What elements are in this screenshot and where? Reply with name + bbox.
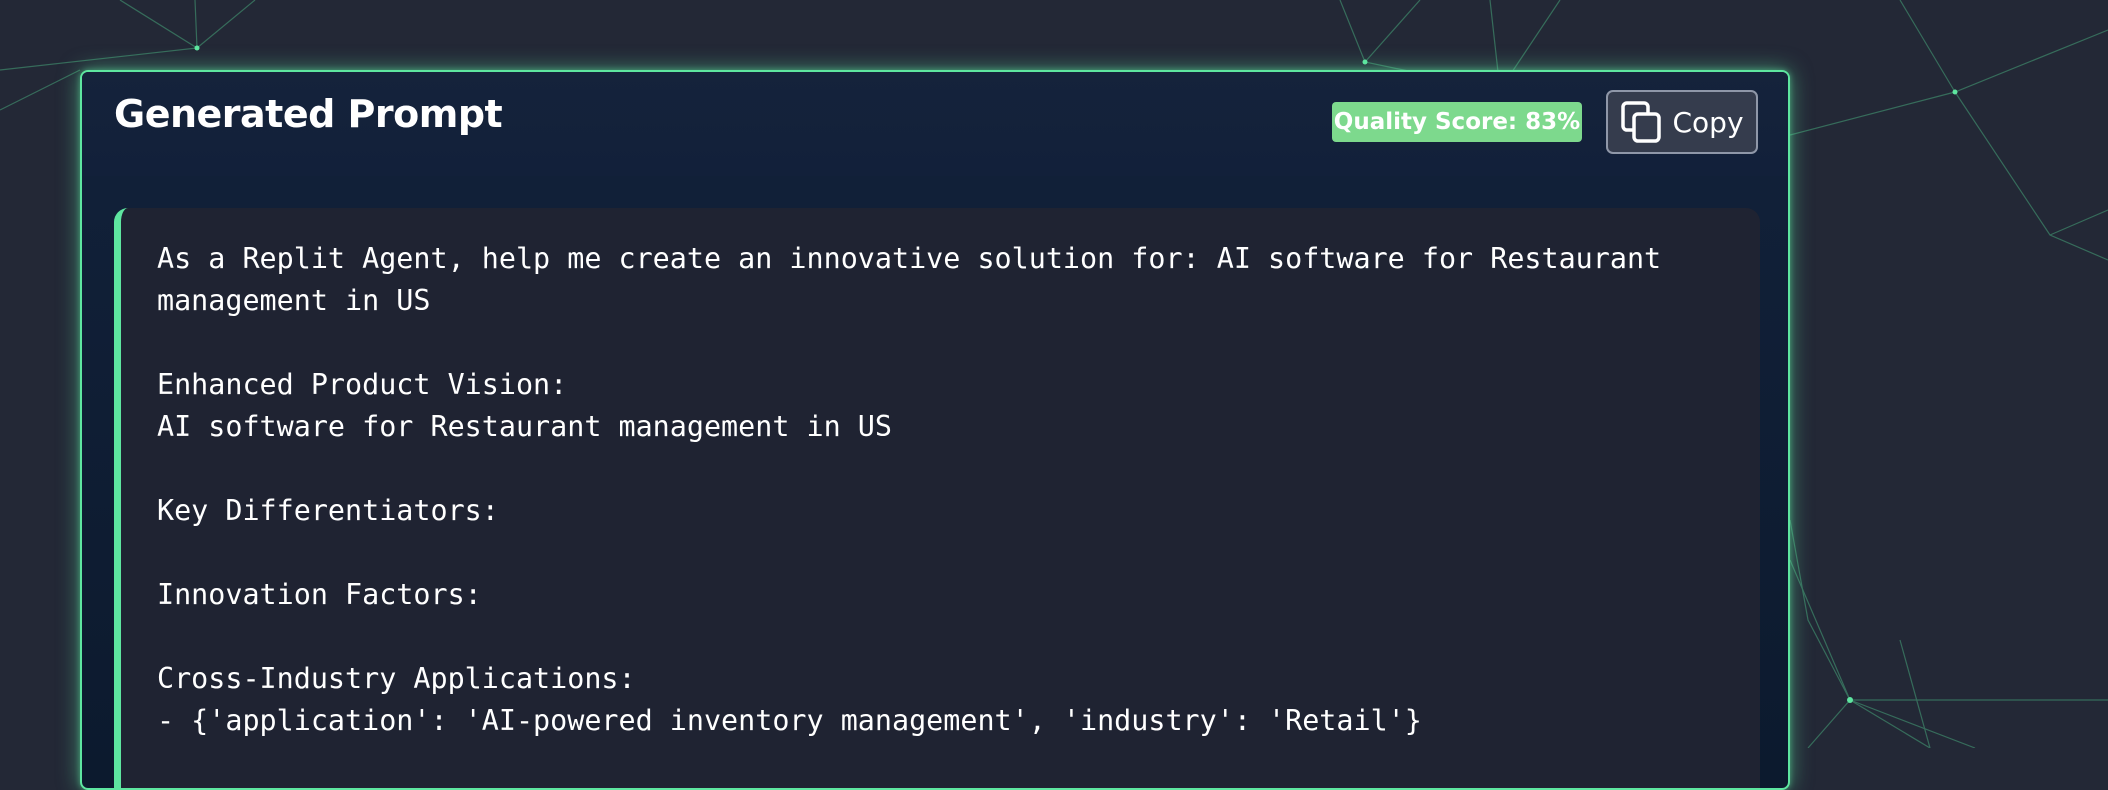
prompt-line: Cross-Industry Applications: [157,662,636,695]
prompt-line: Key Differentiators: [157,494,499,527]
card-title: Generated Prompt [114,92,503,136]
copy-button-label: Copy [1672,105,1744,139]
prompt-line: AI software for Restaurant management in… [157,410,892,443]
copy-button[interactable]: Copy [1606,90,1758,154]
prompt-line: - {'application': 'AI-powered inventory … [157,704,1422,737]
generated-prompt-card: Generated Prompt Quality Score: 83% Copy… [80,70,1790,790]
prompt-line: Enhanced Product Vision: [157,368,568,401]
card-header: Generated Prompt Quality Score: 83% Copy [82,72,1788,176]
prompt-text: As a Replit Agent, help me create an inn… [157,238,1737,742]
prompt-line: As a Replit Agent, help me create an inn… [157,242,1662,275]
quality-score-badge: Quality Score: 83% [1332,102,1582,142]
prompt-line: management in US [157,284,431,317]
copy-icon [1621,101,1662,143]
prompt-content-box: As a Replit Agent, help me create an inn… [114,208,1760,788]
prompt-line: Innovation Factors: [157,578,482,611]
